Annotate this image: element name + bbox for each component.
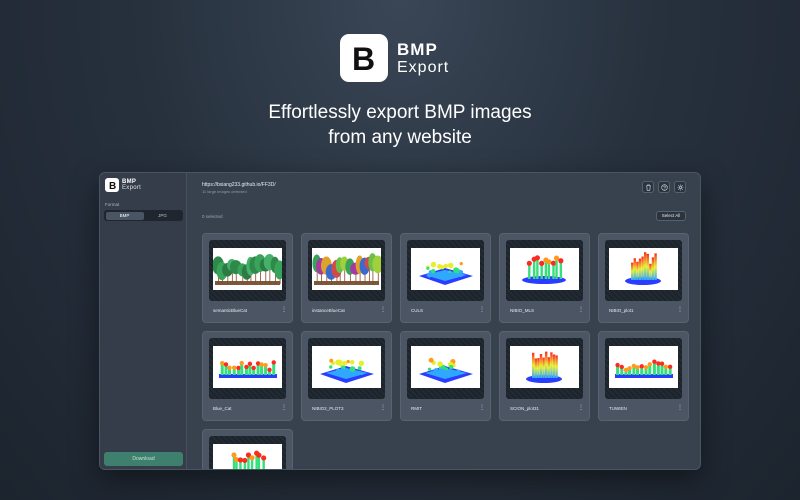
format-option-jpg[interactable]: JPG	[144, 212, 182, 220]
more-options-icon[interactable]: ⋮	[380, 404, 386, 412]
image-card[interactable]	[202, 429, 293, 469]
header-actions	[642, 181, 686, 193]
image-thumbnail-frame	[605, 240, 682, 301]
image-card[interactable]: semanticBlueCat ⋮	[202, 233, 293, 323]
point-cloud-thumbnail	[510, 248, 579, 290]
image-name: Blue_Cat	[213, 406, 232, 411]
image-thumbnail-frame	[605, 338, 682, 399]
more-options-icon[interactable]: ⋮	[578, 306, 584, 314]
hero-logo-text: BMP Export	[397, 41, 449, 76]
point-cloud-thumbnail	[609, 248, 678, 290]
more-options-icon[interactable]: ⋮	[281, 404, 287, 412]
image-name: instanceBlueCat	[312, 308, 345, 313]
image-thumbnail-frame	[407, 240, 484, 301]
sidebar-logo: B BMP Export	[105, 178, 141, 192]
image-card[interactable]: SCION_plot31 ⋮	[499, 331, 590, 421]
page-url: https://bxiang233.github.io/FF3D/	[202, 182, 276, 188]
sidebar-logo-line2: Export	[122, 185, 142, 191]
image-name: NIBIO2_PLOT3	[312, 406, 344, 411]
more-options-icon[interactable]: ⋮	[479, 306, 485, 314]
point-cloud-thumbnail	[411, 346, 480, 388]
headline-line1: Effortlessly export BMP images	[268, 102, 532, 123]
image-thumbnail-frame	[308, 338, 385, 399]
hero-logo: B BMP Export	[340, 34, 449, 82]
image-name: CULS	[411, 308, 424, 313]
point-cloud-thumbnail	[312, 248, 384, 290]
format-label: Format	[105, 202, 120, 207]
logo-b-icon: B	[105, 178, 119, 192]
trash-icon[interactable]	[642, 181, 654, 193]
image-name: NIBIO_plot1	[609, 308, 634, 313]
point-cloud-thumbnail	[609, 346, 678, 388]
hero-logo-line2: Export	[397, 58, 450, 76]
help-icon[interactable]	[658, 181, 670, 193]
image-thumbnail-frame	[407, 338, 484, 399]
image-thumbnail-frame	[308, 240, 385, 301]
more-options-icon[interactable]: ⋮	[479, 404, 485, 412]
image-thumbnail-frame	[209, 436, 286, 469]
svg-text:B: B	[352, 42, 375, 74]
image-name: TUWIEN	[609, 406, 627, 411]
image-name: RMIT	[411, 406, 422, 411]
image-name: NIBIO_MLS	[510, 308, 535, 313]
select-all-button[interactable]: Select All	[656, 211, 686, 221]
more-options-icon[interactable]: ⋮	[677, 404, 683, 412]
image-card[interactable]: instanceBlueCat ⋮	[301, 233, 392, 323]
selected-count: 0 selected	[202, 214, 223, 219]
point-cloud-thumbnail	[212, 248, 286, 290]
image-card[interactable]: CULS ⋮	[400, 233, 491, 323]
image-thumbnail-frame	[209, 338, 286, 399]
hero-logo-line1: BMP	[397, 39, 438, 59]
more-options-icon[interactable]: ⋮	[281, 306, 287, 314]
image-thumbnail-frame	[209, 240, 286, 301]
download-button[interactable]: Download	[104, 452, 183, 466]
point-cloud-thumbnail	[510, 346, 579, 388]
point-cloud-thumbnail	[213, 346, 282, 388]
image-card[interactable]: NIBIO_plot1 ⋮	[598, 233, 689, 323]
settings-icon[interactable]	[674, 181, 686, 193]
image-card[interactable]: RMIT ⋮	[400, 331, 491, 421]
image-name: semanticBlueCat	[213, 308, 248, 313]
image-name: SCION_plot31	[510, 406, 540, 411]
more-options-icon[interactable]: ⋮	[578, 404, 584, 412]
images-detected-text: 11 large images detected	[202, 189, 247, 194]
image-card[interactable]: Blue_Cat ⋮	[202, 331, 293, 421]
svg-text:B: B	[109, 181, 116, 190]
headline: Effortlessly export BMP images from any …	[0, 100, 800, 150]
more-options-icon[interactable]: ⋮	[380, 306, 386, 314]
sidebar: B BMP Export Format BMP JPG Download	[100, 173, 187, 469]
image-card[interactable]: NIBIO2_PLOT3 ⋮	[301, 331, 392, 421]
headline-line2: from any website	[328, 127, 472, 148]
format-toggle: BMP JPG	[104, 210, 183, 221]
app-window: B BMP Export Format BMP JPG Download htt…	[99, 172, 701, 470]
image-card[interactable]: TUWIEN ⋮	[598, 331, 689, 421]
logo-b-icon: B	[340, 34, 388, 82]
image-thumbnail-frame	[506, 338, 583, 399]
more-options-icon[interactable]: ⋮	[677, 306, 683, 314]
format-option-bmp[interactable]: BMP	[105, 211, 144, 220]
image-card[interactable]: NIBIO_MLS ⋮	[499, 233, 590, 323]
image-thumbnail-frame	[506, 240, 583, 301]
point-cloud-thumbnail	[411, 248, 480, 290]
point-cloud-thumbnail	[312, 346, 381, 388]
point-cloud-thumbnail	[213, 444, 282, 469]
